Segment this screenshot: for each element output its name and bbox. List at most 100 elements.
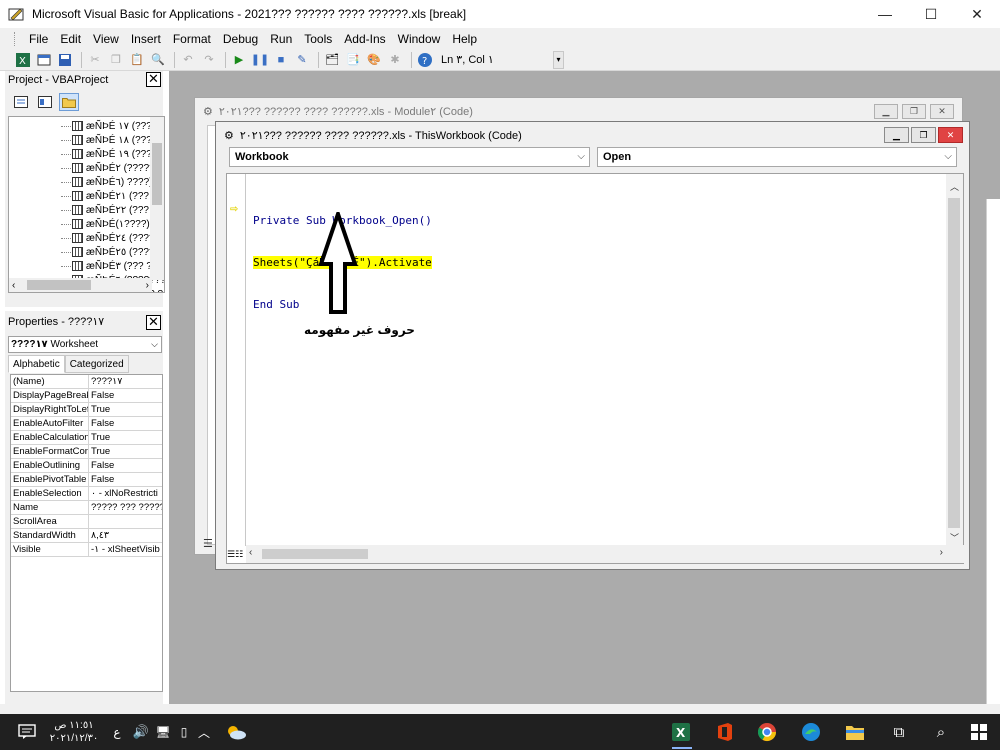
- menu-grip[interactable]: [14, 31, 17, 46]
- scroll-up-icon[interactable]: ︿: [950, 180, 959, 193]
- reset-icon[interactable]: ■: [272, 51, 290, 69]
- code-minimize-button[interactable]: ▁: [884, 127, 909, 143]
- property-row[interactable]: EnableOutlining False: [11, 459, 162, 473]
- design-mode-icon[interactable]: ✎: [293, 51, 311, 69]
- tab-alphabetic[interactable]: Alphabetic: [8, 355, 65, 373]
- office-taskbar-icon[interactable]: [708, 714, 742, 750]
- taskbar-clock[interactable]: ١١:٥١ ص ٢٠٢١/١٢/٣٠: [48, 719, 100, 745]
- weather-icon[interactable]: [222, 714, 250, 750]
- code-restore-button[interactable]: ❐: [911, 127, 936, 143]
- toolbar-options-icon[interactable]: ▾: [553, 51, 564, 69]
- menu-help[interactable]: Help: [446, 32, 483, 46]
- full-module-view-icon[interactable]: ☷: [235, 549, 243, 560]
- property-row[interactable]: ScrollArea: [11, 515, 162, 529]
- chrome-taskbar-icon[interactable]: [750, 714, 784, 750]
- battery-icon[interactable]: ▯: [176, 714, 192, 750]
- property-value[interactable]: ٨,٤٣: [89, 529, 162, 542]
- chevron-down-icon[interactable]: ⌵: [151, 337, 158, 352]
- property-row[interactable]: EnableAutoFilter False: [11, 417, 162, 431]
- start-windows-icon[interactable]: [964, 714, 994, 750]
- paste-icon[interactable]: 📋: [128, 51, 146, 69]
- chevron-up-icon[interactable]: ︿: [196, 714, 212, 750]
- scroll-left-icon[interactable]: ‹: [249, 547, 252, 558]
- properties-close-icon[interactable]: ✕: [146, 315, 161, 330]
- property-value[interactable]: ????١٧: [89, 375, 162, 388]
- language-indicator[interactable]: ع: [110, 714, 124, 750]
- procedure-combo[interactable]: Open ⌵: [597, 147, 957, 167]
- menu-insert[interactable]: Insert: [125, 32, 167, 46]
- property-value[interactable]: ????? ??? ?????: [89, 501, 162, 514]
- tree-item[interactable]: æÑÞÉ٢ (????? ??: [9, 161, 164, 175]
- task-view-icon[interactable]: ⧉: [884, 714, 914, 750]
- property-value[interactable]: ٠ - xlNoRestricti: [89, 487, 162, 500]
- menu-run[interactable]: Run: [264, 32, 298, 46]
- help-icon[interactable]: ?: [416, 51, 434, 69]
- property-row[interactable]: DisplayPageBreak False: [11, 389, 162, 403]
- indicator-margin[interactable]: ⇨: [227, 174, 246, 546]
- notification-icon[interactable]: [12, 714, 42, 750]
- property-row[interactable]: Visible -١ - xlSheetVisib: [11, 543, 162, 557]
- property-row[interactable]: (Name) ????١٧: [11, 375, 162, 389]
- network-icon[interactable]: 🖥: [154, 714, 172, 750]
- find-icon[interactable]: 🔍: [149, 51, 167, 69]
- property-value[interactable]: [89, 515, 162, 528]
- edge-taskbar-icon[interactable]: [794, 714, 828, 750]
- module-close-button[interactable]: ✕: [930, 104, 954, 119]
- view-code-icon[interactable]: [11, 93, 31, 111]
- property-value[interactable]: False: [89, 417, 162, 430]
- scroll-right-icon[interactable]: ›: [146, 280, 149, 291]
- project-explorer-icon[interactable]: 🗂: [323, 51, 341, 69]
- property-row[interactable]: Name????? ??? ?????: [11, 501, 162, 515]
- property-row[interactable]: EnableCalculation True: [11, 431, 162, 445]
- view-excel-icon[interactable]: X: [14, 51, 32, 69]
- object-selector[interactable]: ????١٧ Worksheet ⌵: [8, 336, 162, 353]
- search-icon[interactable]: ⌕: [926, 714, 956, 750]
- view-object-icon[interactable]: [35, 93, 55, 111]
- tree-item[interactable]: æÑÞÉ٢٤ (????? ?: [9, 231, 164, 245]
- scroll-thumb[interactable]: [27, 280, 91, 290]
- maximize-button[interactable]: ☐: [908, 0, 954, 28]
- object-combo[interactable]: Workbook ⌵: [229, 147, 590, 167]
- property-value[interactable]: True: [89, 431, 162, 444]
- undo-icon[interactable]: ↶: [179, 51, 197, 69]
- menu-addins[interactable]: Add-Ins: [338, 32, 391, 46]
- tree-item[interactable]: æÑÞÉ٢٢ (??? ??: [9, 203, 163, 217]
- tree-item[interactable]: æÑÞÉ٢٥ (????? ?: [9, 245, 164, 259]
- procedure-view-icon[interactable]: ☰: [227, 549, 235, 560]
- toolbox-icon[interactable]: ✱: [386, 51, 404, 69]
- toggle-folders-icon[interactable]: [59, 92, 79, 111]
- code-horizontal-scrollbar[interactable]: ‹ ›: [246, 545, 965, 563]
- property-row[interactable]: EnableSelection ٠ - xlNoRestricti: [11, 487, 162, 501]
- property-value[interactable]: -١ - xlSheetVisib: [89, 543, 162, 556]
- property-value[interactable]: False: [89, 389, 162, 402]
- property-value[interactable]: True: [89, 445, 162, 458]
- save-icon[interactable]: [56, 51, 74, 69]
- run-icon[interactable]: ▶: [230, 51, 248, 69]
- menu-tools[interactable]: Tools: [298, 32, 338, 46]
- thisworkbook-code-window[interactable]: ⚙ ٢٠٢١??? ?????? ???? ??????.xls - ThisW…: [215, 121, 970, 570]
- code-vertical-scrollbar[interactable]: ︿ ﹀: [946, 174, 963, 546]
- menu-format[interactable]: Format: [167, 32, 217, 46]
- property-value[interactable]: False: [89, 459, 162, 472]
- menu-edit[interactable]: Edit: [54, 32, 87, 46]
- tab-categorized[interactable]: Categorized: [64, 355, 129, 373]
- scroll-left-icon[interactable]: ‹: [12, 280, 15, 291]
- tree-horizontal-scrollbar[interactable]: ‹ ›: [9, 278, 152, 292]
- project-tree[interactable]: æÑÞÉ ١٧ (????? ?æÑÞÉ ١٨ (??????æÑÞÉ ١٩ (…: [8, 116, 165, 293]
- property-value[interactable]: True: [89, 403, 162, 416]
- scroll-thumb[interactable]: [948, 198, 960, 528]
- scroll-thumb[interactable]: [262, 549, 368, 559]
- close-button[interactable]: ✕: [954, 0, 1000, 28]
- volume-icon[interactable]: 🔊: [132, 714, 150, 750]
- cut-icon[interactable]: ✂: [86, 51, 104, 69]
- property-row[interactable]: EnablePivotTable False: [11, 473, 162, 487]
- menu-view[interactable]: View: [87, 32, 125, 46]
- property-value[interactable]: False: [89, 473, 162, 486]
- minimize-button[interactable]: —: [862, 0, 908, 28]
- file-explorer-taskbar-icon[interactable]: [838, 714, 872, 750]
- property-row[interactable]: StandardWidth ٨,٤٣: [11, 529, 162, 543]
- property-row[interactable]: DisplayRightToLef True: [11, 403, 162, 417]
- properties-window-icon[interactable]: 📑: [344, 51, 362, 69]
- menu-window[interactable]: Window: [392, 32, 447, 46]
- procedure-view-icon[interactable]: ☰: [203, 537, 213, 550]
